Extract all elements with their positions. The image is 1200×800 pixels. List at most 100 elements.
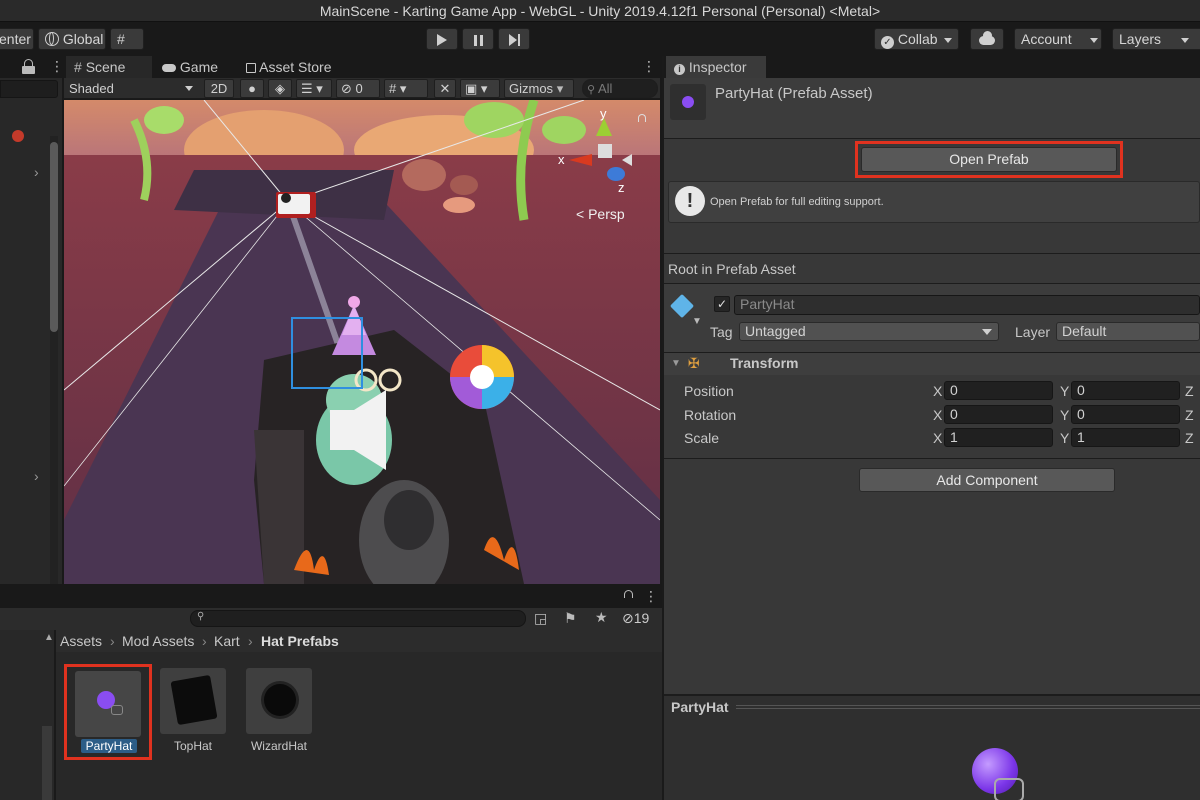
panel-menu-icon[interactable]: ⋮	[644, 588, 658, 605]
preview-header[interactable]: PartyHat	[664, 696, 1200, 718]
wizard-hat-icon	[264, 684, 296, 716]
grid-dropdown[interactable]: # ▾	[384, 79, 428, 98]
filter-label-icon[interactable]: ⚑	[564, 610, 577, 627]
asset-wizardhat-thumbnail[interactable]	[246, 668, 312, 734]
favorite-star-icon[interactable]: ★	[595, 609, 608, 626]
transform-header[interactable]: ▼ ✠ Transform	[664, 353, 1200, 375]
asset-wizardhat-name[interactable]: WizardHat	[244, 739, 314, 753]
axis-x-label: x	[558, 152, 565, 167]
asset-partyhat[interactable]: PartyHat	[64, 664, 152, 760]
open-prefab-button[interactable]: Open Prefab	[861, 147, 1117, 172]
root-prefab-label: Root in Prefab Asset	[668, 261, 796, 277]
lighting-toggle[interactable]: ●	[240, 79, 264, 98]
rotation-x-input[interactable]: 0	[944, 405, 1053, 424]
scene-render	[64, 100, 660, 584]
audio-toggle[interactable]: ◈	[268, 79, 292, 98]
rotation-y-input[interactable]: 0	[1071, 405, 1180, 424]
persp-toggle[interactable]: < Persp	[576, 206, 625, 222]
filter-type-icon[interactable]: ◲	[534, 610, 547, 627]
panel-menu-icon[interactable]: ⋮	[642, 58, 656, 75]
project-folder-tree[interactable]	[0, 630, 54, 800]
gizmos-dropdown[interactable]: Gizmos ▾	[504, 79, 574, 98]
effects-dropdown[interactable]: ☰ ▾	[296, 79, 332, 98]
scene-toolbar: Shaded 2D ● ◈ ☰ ▾ ⊘ 0 # ▾ ✕ ▣ ▾ Gizmos ▾…	[64, 78, 660, 99]
scene-search-input[interactable]: ⚲ All	[582, 79, 658, 98]
tab-game[interactable]: Game	[154, 56, 226, 78]
scene-scrollbar[interactable]	[650, 100, 660, 584]
asset-tophat-name[interactable]: TopHat	[160, 739, 226, 753]
folder-tree-scrollbar[interactable]	[42, 726, 52, 800]
cube-icon	[669, 293, 695, 319]
object-name-value: PartyHat	[740, 296, 795, 312]
breadcrumb-kart[interactable]: Kart	[214, 633, 240, 649]
scale-z-label: Z	[1185, 430, 1194, 446]
hidden-packages-toggle[interactable]: ⊘19	[622, 610, 649, 627]
layers-dropdown[interactable]: Layers	[1112, 28, 1200, 50]
add-component-button[interactable]: Add Component	[859, 468, 1115, 492]
tab-inspector[interactable]: i Inspector	[666, 56, 766, 78]
toggle-2d-button[interactable]: 2D	[204, 79, 234, 98]
scale-x-value: 1	[950, 429, 958, 445]
add-component-label: Add Component	[936, 472, 1038, 488]
hierarchy-search[interactable]	[0, 80, 58, 98]
foldout-arrow-icon[interactable]: ▼	[671, 358, 681, 369]
tab-game-label: Game	[179, 59, 219, 75]
hierarchy-tabbar: ⋮	[0, 56, 64, 78]
tag-dropdown[interactable]: Untagged	[739, 322, 999, 341]
position-x-input[interactable]: 0	[944, 381, 1053, 400]
scale-y-input[interactable]: 1	[1071, 428, 1180, 447]
cloud-button[interactable]	[970, 28, 1004, 50]
play-button[interactable]	[426, 28, 458, 50]
breadcrumb-hat-prefabs[interactable]: Hat Prefabs	[261, 633, 339, 649]
account-dropdown[interactable]: Account	[1014, 28, 1102, 50]
global-toggle[interactable]: Global	[38, 28, 106, 50]
tab-asset-store[interactable]: Asset Store	[238, 56, 340, 78]
shading-mode-label: Shaded	[69, 81, 114, 96]
collab-dropdown[interactable]: ✓ Collab	[874, 28, 959, 50]
speaker-icon: ◈	[275, 81, 285, 96]
party-hat-icon	[682, 96, 694, 108]
persp-label: Persp	[588, 206, 625, 222]
active-checkbox[interactable]: ✓	[714, 296, 730, 312]
rotation-x-value: 0	[950, 406, 958, 422]
hidden-objects-count: 0	[355, 81, 363, 96]
expand-arrow-icon[interactable]: ›	[34, 164, 39, 180]
step-icon	[508, 34, 517, 47]
object-name-field[interactable]: PartyHat	[734, 295, 1200, 315]
lock-icon[interactable]	[624, 590, 633, 598]
tab-scene[interactable]: # Scene	[66, 56, 152, 78]
scene-viewport[interactable]: y x z < Persp	[64, 100, 660, 584]
party-hat-icon-string	[994, 778, 1024, 800]
snap-grid-button[interactable]: #	[110, 28, 144, 50]
hierarchy-scrollbar[interactable]	[50, 136, 58, 584]
pivot-toggle[interactable]: enter	[0, 28, 34, 50]
scale-x-input[interactable]: 1	[944, 428, 1053, 447]
camera-dropdown[interactable]: ▣ ▾	[460, 79, 500, 98]
pause-button[interactable]	[462, 28, 494, 50]
position-y-input[interactable]: 0	[1071, 381, 1180, 400]
layer-dropdown[interactable]: Default	[1056, 322, 1200, 341]
window-title: MainScene - Karting Game App - WebGL - U…	[319, 3, 881, 19]
search-icon: ⚲	[197, 611, 205, 622]
info-icon: i	[674, 64, 685, 75]
scale-x-label: X	[933, 430, 943, 446]
transform-icon: ✠	[688, 355, 700, 371]
gamepad-icon	[162, 64, 176, 73]
step-button[interactable]	[498, 28, 530, 50]
rotation-x-label: X	[933, 407, 943, 423]
warning-icon: !	[675, 186, 705, 216]
breadcrumb-mod-assets[interactable]: Mod Assets	[122, 633, 194, 649]
chevron-down-icon[interactable]: ▼	[692, 316, 702, 327]
preview-area[interactable]	[664, 718, 1200, 800]
collab-label: Collab	[897, 31, 938, 47]
pause-icon	[473, 34, 483, 46]
breadcrumb-assets[interactable]: Assets	[60, 633, 102, 649]
bug-icon	[12, 130, 24, 142]
expand-arrow-icon[interactable]: ›	[34, 468, 39, 484]
tools-button[interactable]: ✕	[434, 79, 456, 98]
shading-mode-dropdown[interactable]: Shaded	[64, 79, 198, 98]
asset-tophat-thumbnail[interactable]	[160, 668, 226, 734]
lock-icon[interactable]	[638, 114, 646, 122]
project-search-input[interactable]: ⚲	[190, 610, 526, 627]
hidden-objects-toggle[interactable]: ⊘ 0	[336, 79, 380, 98]
